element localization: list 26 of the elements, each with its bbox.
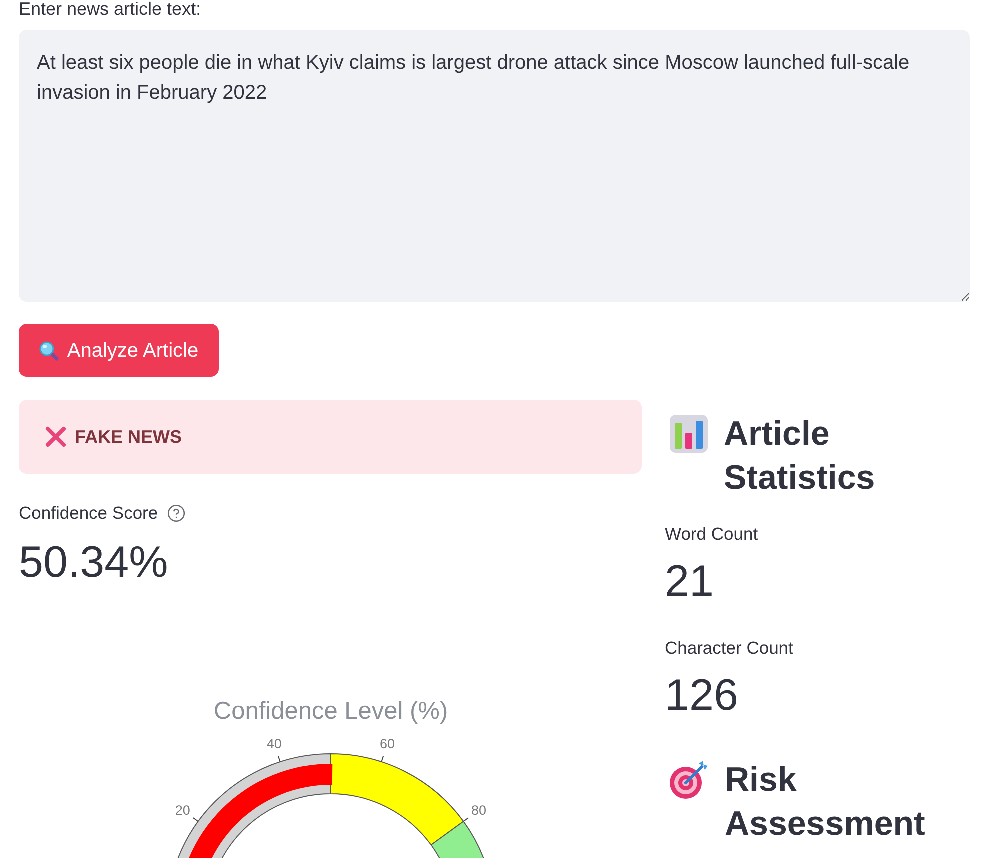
section-heading: Risk Assessment <box>725 760 926 845</box>
tick-label: 20 <box>175 802 190 818</box>
tick-label: 40 <box>266 736 282 752</box>
analyze-button[interactable]: Analyze Article <box>19 324 219 377</box>
metric-label: Confidence Score <box>19 503 158 523</box>
chart-title: Confidence Level (%) <box>214 698 448 725</box>
metric-value: 126 <box>665 670 738 722</box>
help-icon[interactable] <box>167 504 186 522</box>
target-icon <box>669 760 709 800</box>
bar-chart-icon <box>670 415 708 453</box>
gauge-tick <box>278 756 281 763</box>
gauge-tick <box>463 818 470 822</box>
gauge-tick <box>192 818 199 822</box>
metric-value: 50.34% <box>19 537 168 589</box>
gauge-tick <box>381 756 384 763</box>
field-label: Enter news article text: <box>19 0 202 18</box>
tick-label: 60 <box>380 736 396 752</box>
metric-label: Word Count <box>665 524 758 544</box>
magnifier-icon <box>39 340 60 360</box>
tick-label: 80 <box>472 802 487 818</box>
text-area[interactable]: At least six people die in what Kyiv claims is largest drone attack since Moscow launched full-scale invasion in February 2022 <box>19 30 970 302</box>
section-heading: Article Statistics <box>724 414 876 499</box>
metric-value: 21 <box>665 556 714 608</box>
cross-icon <box>45 426 67 448</box>
metric-label: Character Count <box>665 638 794 658</box>
alert-text: FAKE NEWS <box>75 426 182 448</box>
